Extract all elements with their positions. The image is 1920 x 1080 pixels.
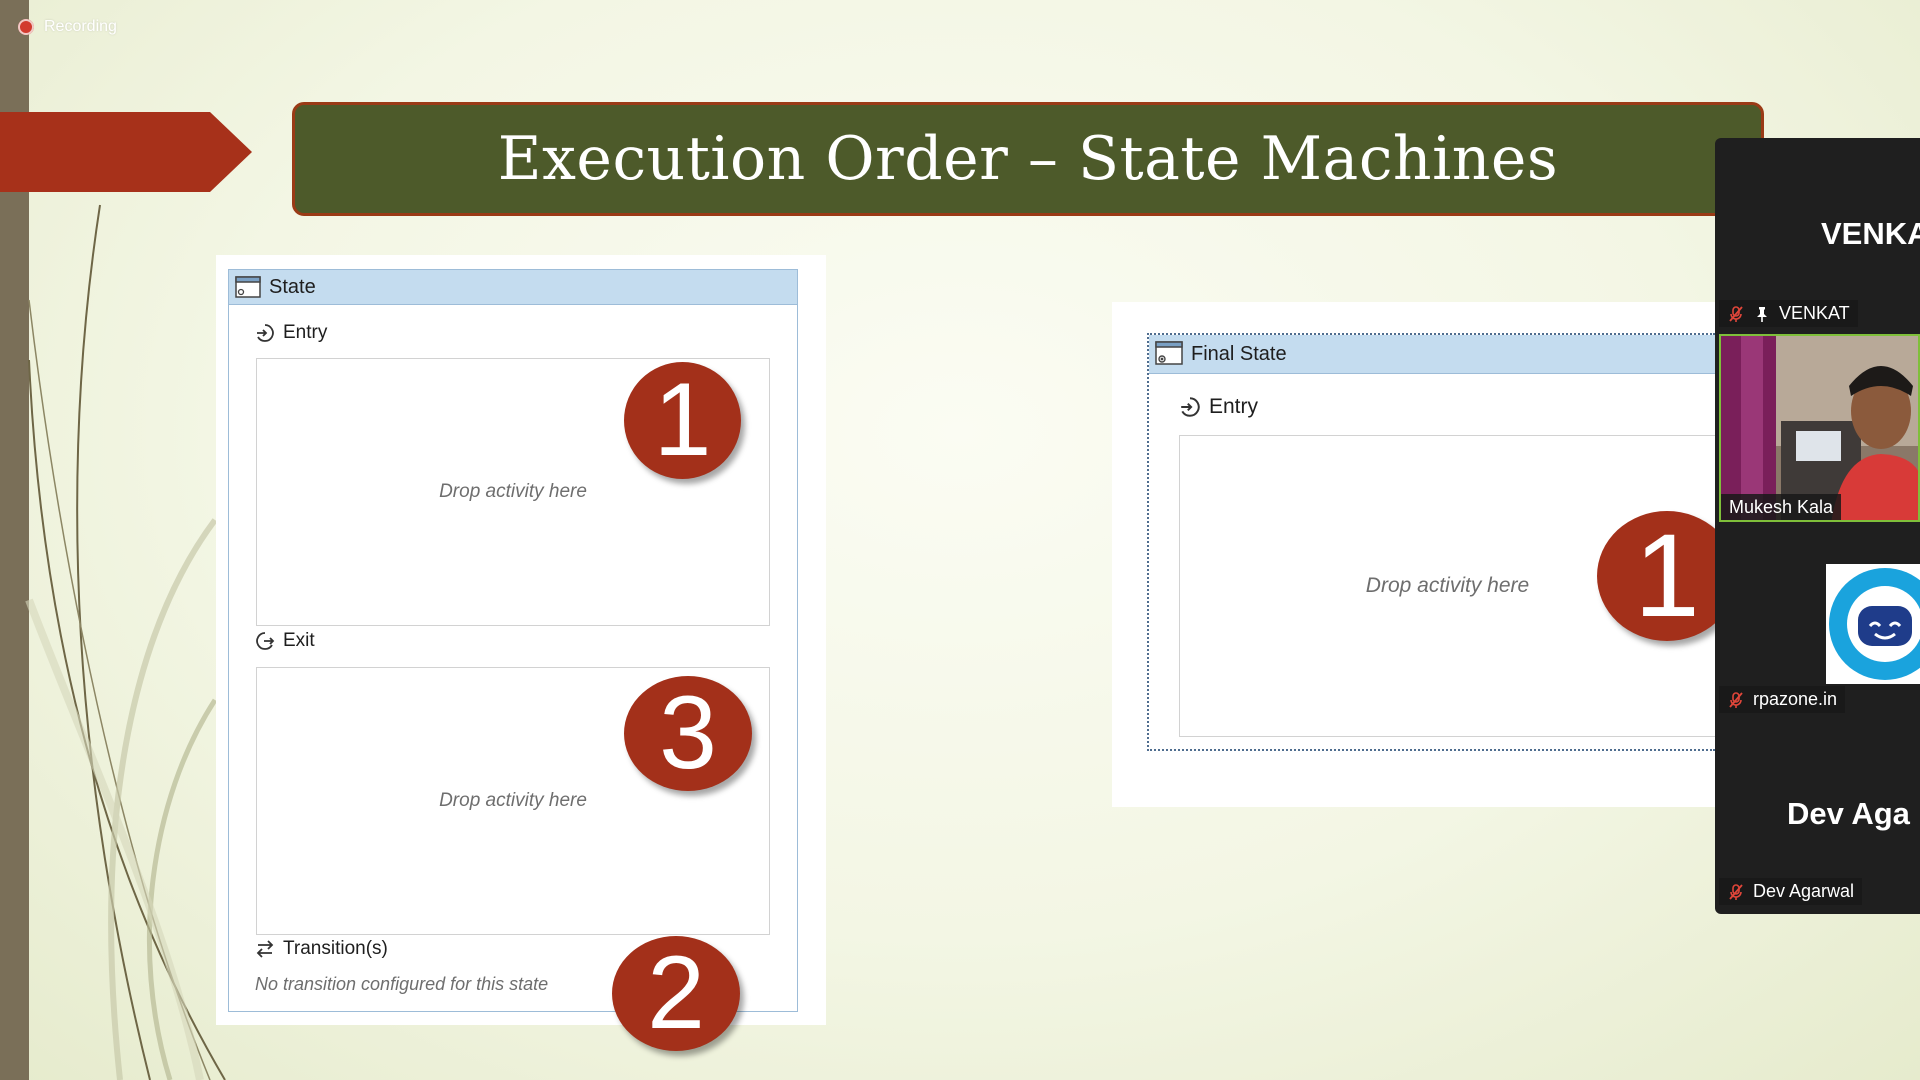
participant-tag-label: VENKAT <box>1779 303 1850 323</box>
rpazone-logo: Rpazone.in Learn & Practice <box>1826 564 1920 684</box>
slide-title-banner: Execution Order – State Machines <box>292 102 1764 216</box>
state-icon <box>235 276 261 298</box>
exit-icon <box>256 632 275 650</box>
state-header-label: State <box>269 275 316 298</box>
recording-dot-icon <box>18 19 34 35</box>
final-entry-drop-text: Drop activity here <box>1365 574 1530 597</box>
participant-name-tag: Mukesh Kala <box>1721 494 1842 520</box>
transitions-icon <box>256 940 274 958</box>
entry-icon <box>257 324 274 342</box>
state-screenshot-panel: State Entry Drop activity here Exit Drop… <box>216 255 826 1051</box>
participant-tile-venkat[interactable]: VENKA VENKAT <box>1715 138 1920 332</box>
entry-section-label: Entry <box>255 322 327 344</box>
final-entry-icon <box>1181 397 1200 417</box>
exit-order-badge: 3 <box>624 675 752 791</box>
recording-label: Recording <box>44 18 117 35</box>
transitions-order-badge: 2 <box>612 935 740 1051</box>
transitions-label: Transition(s) <box>283 938 388 959</box>
final-state-icon <box>1155 341 1183 365</box>
participant-name-tag: rpazone.in <box>1719 686 1846 713</box>
mic-muted-icon <box>1729 691 1743 708</box>
pin-icon <box>1757 306 1767 322</box>
state-header: State <box>229 270 797 305</box>
exit-section-label: Exit <box>255 630 315 652</box>
recording-indicator: Recording <box>18 18 117 36</box>
robot-logo-icon <box>1829 568 1920 680</box>
participant-tile-dev[interactable]: Dev Aga Dev Agarwal <box>1715 716 1920 914</box>
entry-label: Entry <box>283 322 328 343</box>
participant-tag-label: Mukesh Kala <box>1729 497 1834 517</box>
final-state-screenshot-panel: Final State Entry Drop activity here 1 <box>1112 302 1737 807</box>
slide-title: Execution Order – State Machines <box>497 124 1559 194</box>
participant-name-tag: VENKAT <box>1719 300 1858 327</box>
participant-name-tag: Dev Agarwal <box>1719 878 1863 905</box>
participant-tile-mukesh[interactable]: Mukesh Kala <box>1719 334 1920 522</box>
entry-order-badge: 1 <box>624 362 741 479</box>
entry-drop-text: Drop activity here <box>439 481 587 502</box>
participant-tag-label: Dev Agarwal <box>1753 881 1855 901</box>
mic-muted-icon <box>1729 883 1743 900</box>
exit-label: Exit <box>283 630 315 651</box>
participant-display-name: VENKA <box>1821 216 1920 251</box>
final-entry-label: Entry <box>1209 395 1259 418</box>
mic-muted-icon <box>1729 305 1743 322</box>
participant-tile-rpazone[interactable]: Rpazone.in Learn & Practice rpazone.in <box>1715 524 1920 718</box>
exit-drop-text: Drop activity here <box>439 790 587 811</box>
slide-arrow-shape <box>0 112 252 192</box>
participant-display-name: Dev Aga <box>1787 796 1910 831</box>
zoom-participants-panel: VENKA VENKAT Mukesh Kala rpazone.in Dev … <box>1715 138 1920 914</box>
final-entry-section-label: Entry <box>1179 395 1258 419</box>
participant-tag-label: rpazone.in <box>1753 689 1838 709</box>
final-state-header: Final State <box>1149 335 1715 374</box>
transitions-note: No transition configured for this state <box>255 974 549 994</box>
final-state-header-label: Final State <box>1191 342 1287 365</box>
transitions-section-label: Transition(s) <box>255 938 388 960</box>
